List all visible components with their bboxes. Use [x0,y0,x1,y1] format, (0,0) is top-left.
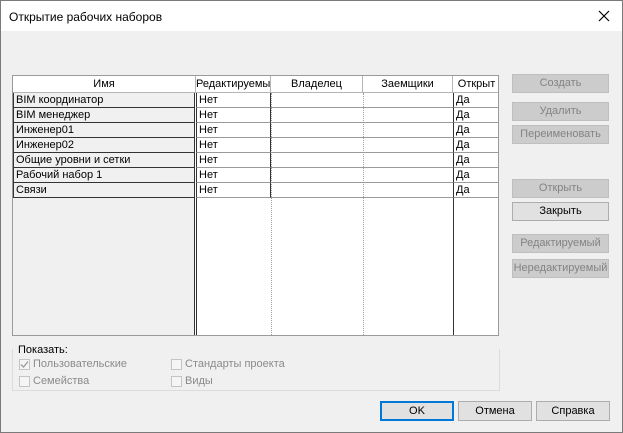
title-bar: Открытие рабочих наборов [1,1,622,31]
create-button[interactable]: Создать [512,74,609,93]
non-editable-button[interactable]: Нередактируемый [512,259,609,278]
workset-editable[interactable]: Нет [196,123,271,138]
workset-borrowers [363,168,453,183]
checkmark-icon [20,360,29,368]
worksets-grid: Имя Редактируемый Владелец Заемщики Откр… [12,75,499,336]
workset-owner [271,168,363,183]
workset-name[interactable]: Инженер02 [13,138,195,153]
workset-open[interactable]: Да [453,123,498,138]
workset-editable[interactable]: Нет [196,138,271,153]
workset-owner [271,93,363,108]
column-header-owner[interactable]: Владелец [271,76,363,93]
workset-borrowers [363,123,453,138]
workset-open[interactable]: Да [453,108,498,123]
workset-name[interactable]: Инженер01 [13,123,195,138]
delete-button[interactable]: Удалить [512,102,609,121]
checkbox-box [171,375,182,387]
views-label: Виды [185,375,213,387]
open-worksets-dialog: Открытие рабочих наборов Имя Редактируем… [0,0,623,433]
checkbox-box [171,358,182,370]
workset-name[interactable]: Связи [13,183,195,198]
table-row[interactable]: BIM менеджер Нет Да [13,108,498,123]
rename-button[interactable]: Переименовать [512,125,609,144]
workset-owner [271,183,363,198]
table-row[interactable]: Инженер02 Нет Да [13,138,498,153]
workset-open[interactable]: Да [453,93,498,108]
table-row[interactable]: Общие уровни и сетки Нет Да [13,153,498,168]
ok-button[interactable]: OK [380,401,454,421]
column-header-editable[interactable]: Редактируемый [196,76,277,93]
close-icon [598,10,610,22]
table-row[interactable]: Рабочий набор 1 Нет Да [13,168,498,183]
workset-open[interactable]: Да [453,183,498,198]
workset-borrowers [363,138,453,153]
workset-open[interactable]: Да [453,168,498,183]
close-workset-button[interactable]: Закрыть [512,202,609,221]
cancel-button[interactable]: Отмена [458,401,532,421]
table-row[interactable]: Инженер01 Нет Да [13,123,498,138]
workset-name[interactable]: Рабочий набор 1 [13,168,195,183]
project-standards-checkbox[interactable]: Стандарты проекта [171,358,285,370]
workset-editable[interactable]: Нет [196,108,271,123]
workset-borrowers [363,183,453,198]
workset-editable[interactable]: Нет [196,168,271,183]
checkbox-box [19,358,30,370]
workset-name[interactable]: BIM координатор [13,93,195,108]
families-label: Семейства [33,375,90,387]
families-checkbox[interactable]: Семейства [19,375,89,387]
workset-editable[interactable]: Нет [196,93,271,108]
workset-name[interactable]: Общие уровни и сетки [13,153,195,168]
checkbox-box [19,375,30,387]
show-group-label: Показать: [18,344,71,356]
workset-name[interactable]: BIM менеджер [13,108,195,123]
workset-borrowers [363,108,453,123]
table-row[interactable]: BIM координатор Нет Да [13,93,498,108]
workset-borrowers [363,93,453,108]
project-standards-label: Стандарты проекта [185,358,285,370]
workset-borrowers [363,153,453,168]
workset-editable[interactable]: Нет [196,153,271,168]
workset-open[interactable]: Да [453,138,498,153]
workset-editable[interactable]: Нет [196,183,271,198]
workset-owner [271,108,363,123]
workset-owner [271,138,363,153]
workset-open[interactable]: Да [453,153,498,168]
dialog-title: Открытие рабочих наборов [9,10,163,24]
close-button[interactable] [594,6,614,26]
column-header-name[interactable]: Имя [13,76,196,93]
user-defined-label: Пользовательские [33,358,127,370]
editable-button[interactable]: Редактируемый [512,234,609,253]
views-checkbox[interactable]: Виды [171,375,213,387]
workset-owner [271,123,363,138]
user-defined-checkbox[interactable]: Пользовательские [19,358,127,370]
workset-owner [271,153,363,168]
table-row[interactable]: Связи Нет Да [13,183,498,198]
column-header-borrowers[interactable]: Заемщики [363,76,453,93]
help-button[interactable]: Справка [536,401,610,421]
column-header-open[interactable]: Открыт [453,76,498,93]
open-workset-button[interactable]: Открыть [512,179,609,198]
